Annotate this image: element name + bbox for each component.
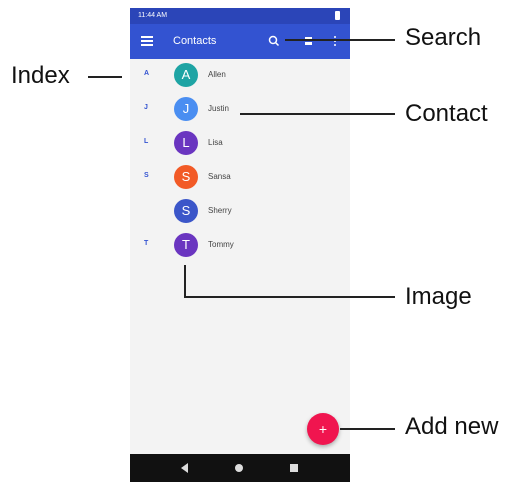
menu-icon[interactable] bbox=[141, 36, 153, 46]
status-time: 11:44 AM bbox=[138, 12, 168, 19]
callout-index: Index bbox=[11, 62, 70, 89]
leader-line-image-vertical bbox=[184, 265, 186, 297]
contact-row[interactable]: S Sherry bbox=[130, 195, 350, 229]
contact-name: Tommy bbox=[208, 240, 234, 249]
contact-avatar: S bbox=[174, 199, 198, 223]
app-bar: Contacts bbox=[130, 24, 350, 59]
contact-avatar: L bbox=[174, 131, 198, 155]
leader-line-contact bbox=[240, 113, 395, 115]
contact-row[interactable]: T T Tommy bbox=[130, 229, 350, 263]
status-bar: 11:44 AM bbox=[130, 8, 350, 24]
app-title: Contacts bbox=[173, 35, 217, 47]
contact-name: Sherry bbox=[208, 206, 232, 215]
back-icon[interactable] bbox=[181, 463, 188, 473]
contact-name: Sansa bbox=[208, 172, 231, 181]
contact-avatar: T bbox=[174, 233, 198, 257]
index-letter[interactable]: T bbox=[144, 240, 148, 247]
battery-icon bbox=[335, 11, 340, 20]
add-contact-button[interactable]: + bbox=[307, 413, 339, 445]
index-letter[interactable]: A bbox=[144, 70, 149, 77]
leader-line-image bbox=[184, 296, 395, 298]
contact-avatar: S bbox=[174, 165, 198, 189]
contact-name: Justin bbox=[208, 104, 229, 113]
nav-bar bbox=[130, 454, 350, 482]
recents-icon[interactable] bbox=[290, 464, 298, 472]
index-letter[interactable]: S bbox=[144, 172, 149, 179]
leader-line-index bbox=[88, 76, 122, 78]
index-letter[interactable]: J bbox=[144, 104, 148, 111]
contact-name: Lisa bbox=[208, 138, 223, 147]
callout-search: Search bbox=[405, 24, 482, 51]
home-icon[interactable] bbox=[235, 464, 243, 472]
contact-avatar: J bbox=[174, 97, 198, 121]
contact-row[interactable]: L L Lisa bbox=[130, 127, 350, 161]
contact-avatar: A bbox=[174, 63, 198, 87]
contact-row[interactable]: J J Justin bbox=[130, 93, 350, 127]
index-letter[interactable]: L bbox=[144, 138, 148, 145]
contact-row[interactable]: A A Allen bbox=[130, 59, 350, 93]
phone-screen: 11:44 AM Contacts A A Allen J J Justin L… bbox=[130, 8, 350, 482]
callout-contact: Contact bbox=[405, 100, 488, 127]
leader-line-search bbox=[285, 39, 395, 41]
callout-image: Image bbox=[405, 283, 472, 310]
contact-name: Allen bbox=[208, 70, 226, 79]
contact-row[interactable]: S S Sansa bbox=[130, 161, 350, 195]
callout-add-new: Add new bbox=[405, 413, 499, 440]
more-options-icon[interactable] bbox=[334, 36, 337, 47]
search-icon[interactable] bbox=[267, 34, 281, 48]
leader-line-add-new bbox=[340, 428, 395, 430]
